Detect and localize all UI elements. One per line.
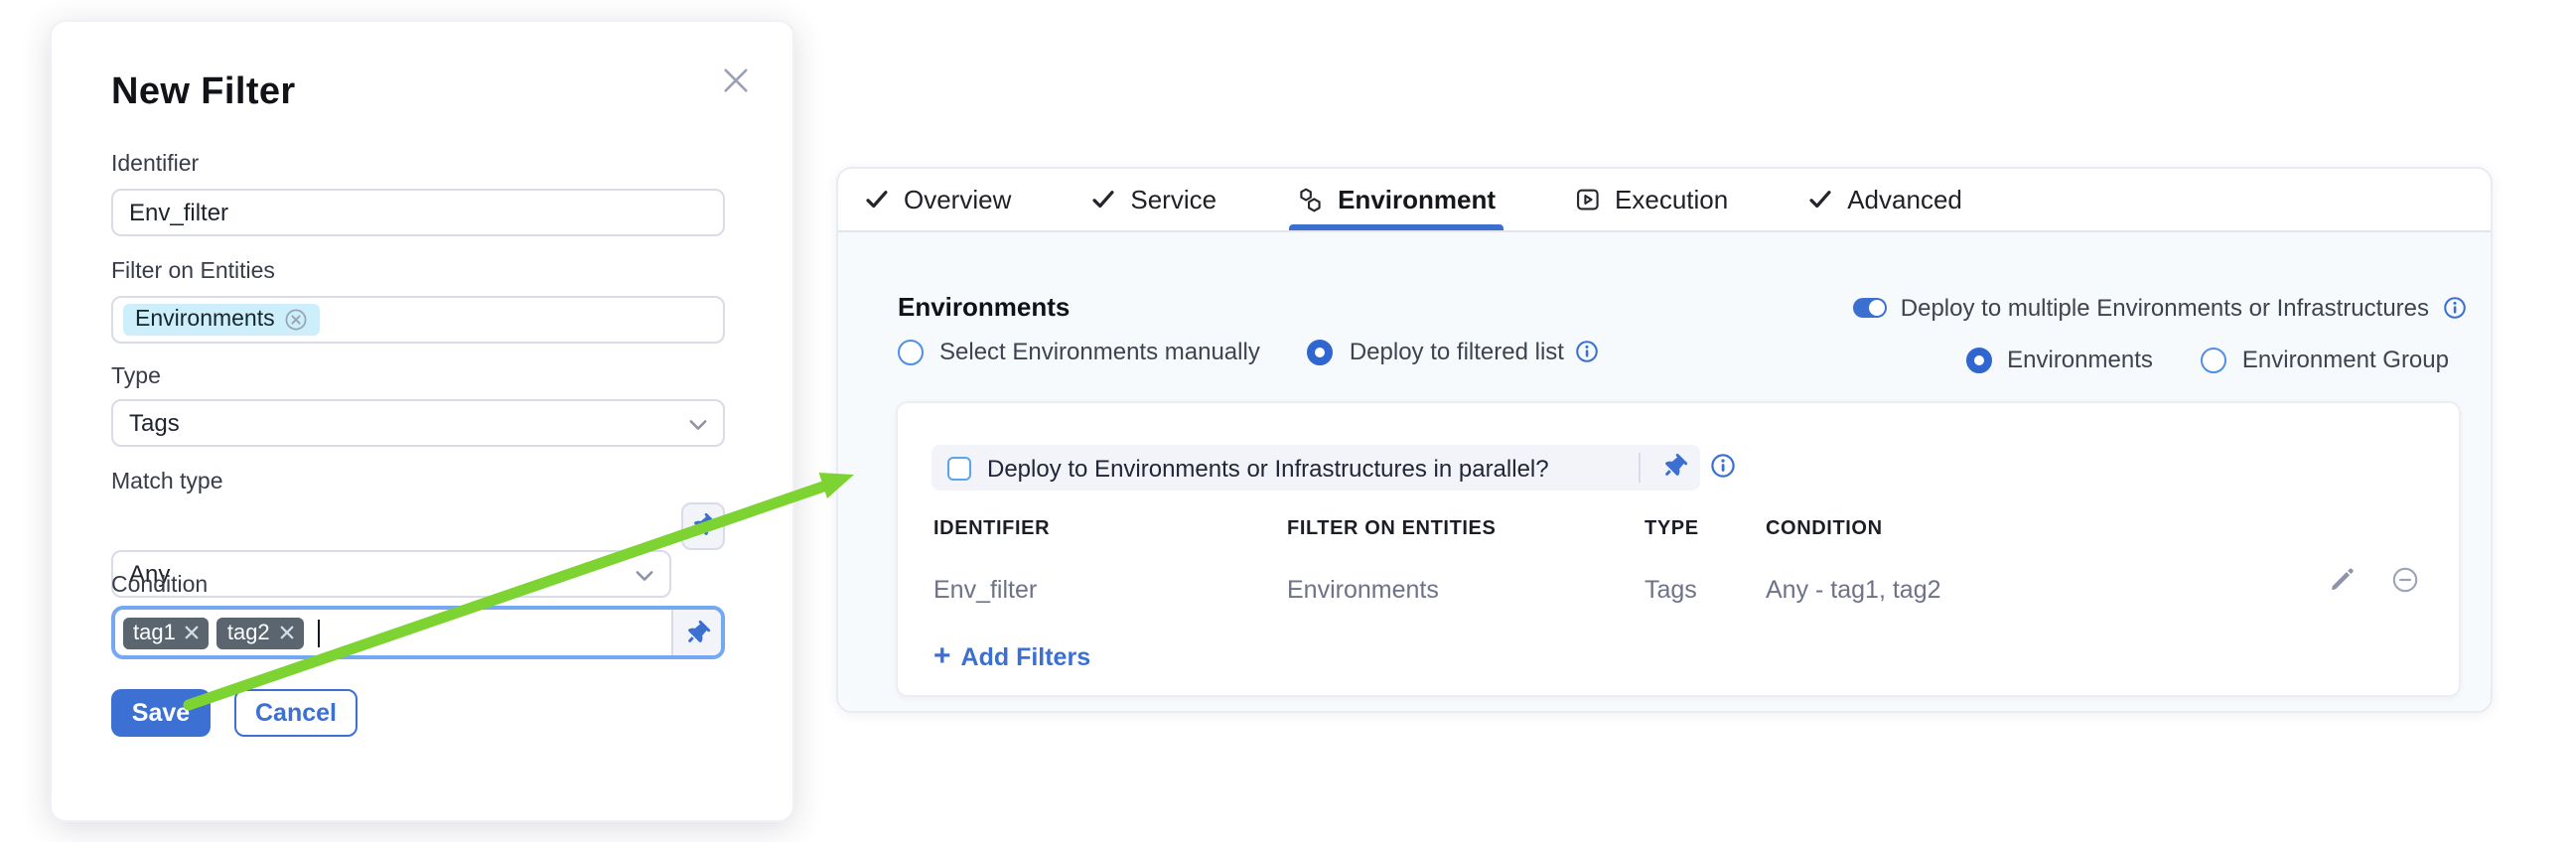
tab-label: Advanced <box>1847 185 1962 214</box>
tag-remove-icon[interactable] <box>280 626 294 639</box>
pin-icon <box>687 510 718 541</box>
tab-label: Overview <box>904 185 1011 214</box>
divider <box>1639 453 1641 483</box>
environment-group-radio[interactable] <box>2201 347 2226 372</box>
chevron-down-icon <box>689 419 707 431</box>
check-icon <box>864 187 890 212</box>
condition-field[interactable]: tag1 tag2 <box>115 610 671 655</box>
filters-card: Deploy to Environments or Infrastructure… <box>896 401 2461 697</box>
entities-chip[interactable]: Environments <box>123 304 321 336</box>
info-icon[interactable] <box>1576 340 1600 363</box>
stage-config-panel: Overview Service Environment <box>836 167 2493 713</box>
environments-radio[interactable] <box>1965 347 1991 372</box>
check-icon <box>1807 187 1833 212</box>
cell-filter-on-entities: Environments <box>1287 576 1439 604</box>
cell-condition: Any - tag1, tag2 <box>1766 576 1941 604</box>
plus-icon: + <box>933 645 951 669</box>
text-caret <box>318 619 320 646</box>
tag-remove-icon[interactable] <box>186 626 200 639</box>
check-icon <box>1090 187 1116 212</box>
chip-remove-icon[interactable] <box>285 308 309 332</box>
parallel-checkbox[interactable] <box>947 456 971 480</box>
tab-label: Service <box>1130 185 1216 214</box>
condition-input[interactable]: tag1 tag2 <box>111 606 725 659</box>
identifier-input[interactable] <box>111 189 725 236</box>
select-manually-label: Select Environments manually <box>939 338 1260 365</box>
env-target-radios: Environments Environment Group <box>1965 346 2449 373</box>
filter-on-entities-input[interactable]: Environments <box>111 296 725 344</box>
info-icon[interactable] <box>1710 453 1736 479</box>
multi-env-toggle[interactable] <box>1853 298 1887 318</box>
tab-overview[interactable]: Overview <box>864 169 1011 230</box>
deploy-filtered-radio[interactable] <box>1308 339 1334 364</box>
parallel-deploy-bar: Deploy to Environments or Infrastructure… <box>931 445 1700 491</box>
add-filters-label: Add Filters <box>961 643 1091 671</box>
tab-label: Execution <box>1615 185 1728 214</box>
col-header-identifier: IDENTIFIER <box>933 518 1050 540</box>
col-header-type: TYPE <box>1645 518 1699 540</box>
parallel-checkbox-label: Deploy to Environments or Infrastructure… <box>987 454 1549 482</box>
select-manually-radio[interactable] <box>898 339 924 364</box>
type-select[interactable]: Tags <box>111 399 725 447</box>
match-type-pin-button[interactable] <box>681 502 725 550</box>
cancel-button[interactable]: Cancel <box>234 689 358 737</box>
add-filters-button[interactable]: + Add Filters <box>933 643 1090 671</box>
modal-title: New Filter <box>111 71 296 115</box>
condition-tag-chip[interactable]: tag2 <box>217 617 304 648</box>
pin-icon[interactable] <box>1658 451 1689 482</box>
col-header-condition: CONDITION <box>1766 518 1883 540</box>
multi-env-toggle-label: Deploy to multiple Environments or Infra… <box>1901 294 2429 322</box>
close-icon[interactable] <box>717 62 753 97</box>
condition-tag-chip[interactable]: tag1 <box>123 617 210 648</box>
tab-advanced[interactable]: Advanced <box>1807 169 1962 230</box>
environments-radio-label: Environments <box>2007 346 2153 373</box>
tab-label: Environment <box>1338 185 1496 214</box>
pin-icon <box>681 617 712 647</box>
play-box-icon <box>1575 187 1601 212</box>
condition-label: Condition <box>111 574 208 598</box>
filter-on-entities-label: Filter on Entities <box>111 260 275 284</box>
type-select-value: Tags <box>129 409 180 437</box>
environment-hexagons-icon <box>1296 186 1324 213</box>
environment-group-label: Environment Group <box>2242 346 2449 373</box>
tab-execution[interactable]: Execution <box>1575 169 1728 230</box>
save-button[interactable]: Save <box>111 689 211 737</box>
tag-chip-label: tag2 <box>227 621 270 644</box>
cell-identifier: Env_filter <box>933 576 1037 604</box>
environments-heading: Environments <box>898 292 1070 322</box>
new-filter-modal: New Filter Identifier Filter on Entities… <box>50 20 794 822</box>
edit-pencil-icon[interactable] <box>2330 566 2356 592</box>
col-header-filter-on-entities: FILTER ON ENTITIES <box>1287 518 1496 540</box>
chevron-down-icon <box>636 570 653 582</box>
condition-pin-button[interactable] <box>671 610 721 655</box>
tag-chip-label: tag1 <box>133 621 176 644</box>
info-icon[interactable] <box>2443 296 2467 320</box>
remove-minus-icon[interactable] <box>2391 566 2419 594</box>
deploy-filtered-label: Deploy to filtered list <box>1350 338 1564 365</box>
identifier-label: Identifier <box>111 153 199 177</box>
stage-tabbar: Overview Service Environment <box>838 169 2491 232</box>
cell-type: Tags <box>1645 576 1697 604</box>
screen: New Filter Identifier Filter on Entities… <box>0 0 2576 842</box>
environment-mode-radios: Select Environments manually Deploy to f… <box>898 338 1600 365</box>
environment-tab-content: Environments Select Environments manuall… <box>838 232 2491 711</box>
tab-service[interactable]: Service <box>1090 169 1216 230</box>
entities-chip-label: Environments <box>135 308 275 332</box>
multi-env-toggle-block: Deploy to multiple Environments or Infra… <box>1853 294 2467 322</box>
type-label: Type <box>111 365 161 389</box>
tab-environment[interactable]: Environment <box>1296 169 1496 230</box>
match-type-label: Match type <box>111 471 223 494</box>
